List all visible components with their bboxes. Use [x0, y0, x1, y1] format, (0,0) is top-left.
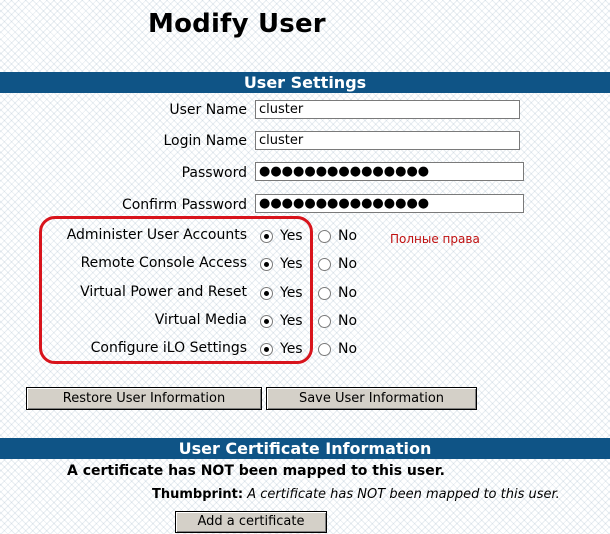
certificate-status: A certificate has NOT been mapped to thi…	[67, 463, 445, 479]
virtual-media-no-label: No	[338, 313, 358, 329]
configure-ilo-settings-no-radio[interactable]	[318, 343, 331, 356]
thumbprint-value: A certificate has NOT been mapped to thi…	[247, 487, 560, 502]
login-name-label: Login Name	[163, 133, 247, 149]
password-label: Password	[181, 165, 247, 181]
restore-user-information-button[interactable]: Restore User Information	[26, 387, 262, 410]
confirm-password-input[interactable]	[255, 194, 524, 213]
virtual-media-no-radio[interactable]	[318, 315, 331, 328]
certificate-header: User Certificate Information	[0, 438, 610, 459]
confirm-password-label: Confirm Password	[121, 197, 247, 213]
privileges-highlight-outline	[39, 216, 313, 364]
thumbprint-row: Thumbprint: A certificate has NOT been m…	[152, 487, 560, 502]
virtual-power-and-reset-no-label: No	[338, 285, 358, 301]
password-input[interactable]	[255, 162, 524, 181]
configure-ilo-settings-no-label: No	[338, 341, 358, 357]
user-name-label: User Name	[169, 102, 247, 118]
user-settings-header: User Settings	[0, 72, 610, 93]
full-rights-note: Полные права	[390, 232, 480, 246]
administer-user-accounts-no-radio[interactable]	[318, 230, 331, 243]
login-name-input[interactable]	[255, 131, 520, 150]
user-settings-header-text: User Settings	[243, 73, 367, 92]
user-name-input[interactable]	[255, 100, 520, 119]
administer-user-accounts-no-label: No	[338, 228, 358, 244]
remote-console-access-no-label: No	[338, 256, 358, 272]
save-user-information-button[interactable]: Save User Information	[266, 387, 477, 410]
remote-console-access-no-radio[interactable]	[318, 258, 331, 271]
add-certificate-button[interactable]: Add a certificate	[175, 511, 327, 533]
virtual-power-and-reset-no-radio[interactable]	[318, 287, 331, 300]
certificate-header-text: User Certificate Information	[178, 439, 432, 458]
page-title: Modify User	[148, 9, 326, 39]
thumbprint-label: Thumbprint:	[152, 487, 244, 502]
